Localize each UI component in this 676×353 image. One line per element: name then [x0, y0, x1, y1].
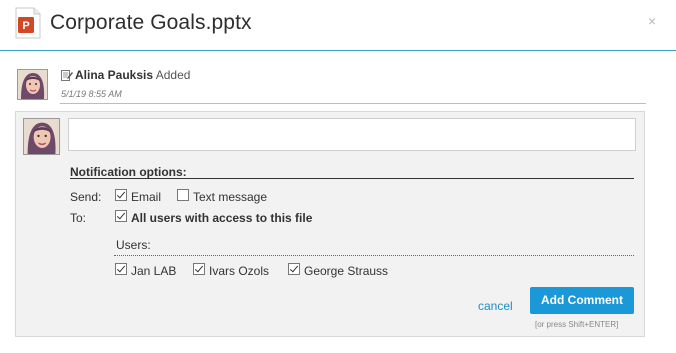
users-label: Users: [116, 238, 151, 252]
notification-options-heading: Notification options: [70, 165, 187, 179]
divider [114, 255, 634, 256]
send-label: Send: [70, 190, 102, 204]
user-label: Jan LAB [131, 264, 177, 278]
svg-text:P: P [22, 20, 29, 32]
cancel-link[interactable]: cancel [478, 299, 513, 313]
user-checkbox-ivars-ozols[interactable] [193, 263, 205, 275]
add-comment-button[interactable]: Add Comment [530, 287, 634, 314]
divider [60, 103, 646, 104]
user-checkbox-jan-lab[interactable] [115, 263, 127, 275]
email-checkbox[interactable] [115, 189, 127, 201]
comment-input[interactable] [68, 118, 636, 151]
avatar [17, 69, 48, 100]
activity-user: Alina Pauksis [75, 68, 154, 82]
divider [70, 178, 634, 179]
dialog-header: P Corporate Goals.pptx × [0, 0, 676, 51]
user-label: George Strauss [304, 264, 389, 278]
text-message-label: Text message [193, 190, 268, 204]
dialog-title: Corporate Goals.pptx [50, 11, 252, 34]
email-label: Email [131, 190, 162, 204]
user-checkbox-george-strauss[interactable] [288, 263, 300, 275]
shortcut-hint: [or press Shift+ENTER] [535, 320, 619, 329]
powerpoint-icon: P [15, 7, 41, 39]
activity-timestamp: 5/1/19 8:55 AM [61, 89, 122, 99]
user-label: Ivars Ozols [209, 264, 270, 278]
activity-text: Alina Pauksis Added [75, 68, 190, 82]
close-icon[interactable]: × [648, 13, 656, 29]
avatar [23, 118, 60, 155]
text-message-checkbox[interactable] [177, 189, 189, 201]
all-users-checkbox[interactable] [115, 210, 127, 222]
to-label: To: [70, 211, 87, 225]
activity-action: Added [155, 68, 191, 82]
all-users-label: All users with access to this file [131, 211, 313, 225]
edit-document-icon [61, 70, 73, 81]
